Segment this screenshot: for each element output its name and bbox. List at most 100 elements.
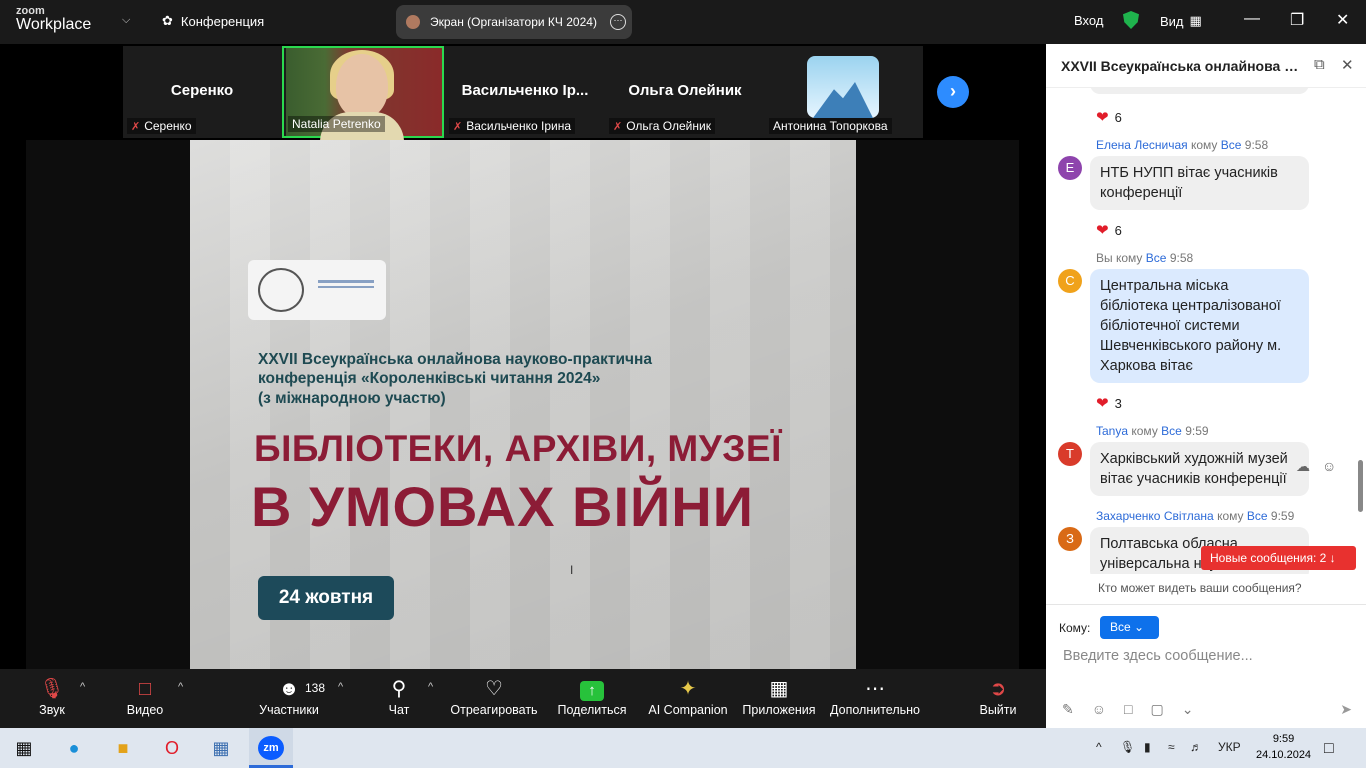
avatar[interactable]: T <box>1058 442 1082 466</box>
participants-options-caret[interactable]: ^ <box>338 681 343 693</box>
more-button[interactable]: ⋯ Дополнительно <box>828 677 922 717</box>
apps-button[interactable]: ▦ Приложения <box>740 677 818 717</box>
participant-tile[interactable]: Серенко ✗ Серенко <box>123 46 281 138</box>
volume-icon[interactable]: ♬ <box>1190 740 1202 754</box>
popout-icon[interactable]: ⧉ <box>1314 56 1325 73</box>
avatar[interactable]: С <box>1058 269 1082 293</box>
calculator-icon[interactable]: ▦ <box>209 736 233 760</box>
participant-strip: Серенко ✗ Серенко Natalia Petrenko Василь… <box>123 46 923 142</box>
windows-start-icon[interactable]: ▦ <box>12 736 36 760</box>
screenshot-icon[interactable]: ▢ <box>1151 701 1164 718</box>
chat-messages: ❤ 6 Елена Лесничая кому Все 9:58 Е НТБ НУ… <box>1046 88 1366 574</box>
slide-heading-2: В УМОВАХ ВІЙНИ <box>251 475 754 538</box>
time: 9:59 <box>1272 733 1295 745</box>
format-icon[interactable]: ✎ <box>1062 701 1074 718</box>
opera-icon[interactable]: O <box>160 736 184 760</box>
caption-text: Антонина Топоркова <box>773 119 888 133</box>
chat-label: Чат <box>388 703 410 717</box>
leave-label: Выйти <box>979 703 1017 717</box>
participant-tile-video[interactable]: Natalia Petrenko <box>282 46 444 142</box>
chat-options-caret[interactable]: ^ <box>428 681 433 693</box>
participant-tile[interactable]: Ольга Олейник ✗ Ольга Олейник <box>605 46 765 138</box>
reaction-count: 3 <box>1114 395 1122 411</box>
battery-icon[interactable]: ▮ <box>1144 740 1151 754</box>
share-button[interactable]: ↑ Поделиться <box>556 677 628 717</box>
audio-options-caret[interactable]: ^ <box>80 681 85 693</box>
message-time: 9:59 <box>1270 509 1295 523</box>
zoom-taskbar-icon[interactable]: zm <box>249 728 293 768</box>
recipient: Все <box>1161 424 1182 438</box>
ai-companion-button[interactable]: ✦ AI Companion <box>646 677 730 717</box>
reaction[interactable]: ❤ 6 <box>1096 221 1122 239</box>
close-chat-icon[interactable]: ✕ <box>1341 56 1354 74</box>
screen-share-pill[interactable]: Экран (Організатори КЧ 2024) ··· <box>396 5 632 39</box>
audio-button[interactable]: 🎙 Звук <box>32 677 72 717</box>
recipient-select[interactable]: Все ⌄ <box>1100 616 1159 639</box>
chat-bubble: НТБ НУПП вітає учасників конференції <box>1090 156 1309 210</box>
send-icon[interactable]: ➤ <box>1340 701 1352 718</box>
network-icon[interactable]: ≈ <box>1168 740 1175 754</box>
mic-tray-icon[interactable]: 🎙 <box>1120 740 1135 754</box>
participant-tile[interactable]: Васильченко Ір... ✗ Васильченко Ірина <box>445 46 605 138</box>
grid-icon: ▦ <box>1189 13 1202 28</box>
clock[interactable]: 9:59 24.10.2024 <box>1256 731 1311 763</box>
mic-muted-icon: 🎙 <box>39 678 65 700</box>
participants-count: 138 <box>305 681 326 695</box>
file-explorer-icon[interactable]: ■ <box>111 736 135 760</box>
chat-scrollbar[interactable] <box>1358 460 1363 512</box>
emoji-react-icon[interactable]: ☺ <box>1322 458 1336 474</box>
participant-name: Васильченко Ір... <box>461 82 589 99</box>
new-messages-button[interactable]: Новые сообщения: 2 ↓ <box>1201 546 1356 570</box>
ai-label: AI Companion <box>648 703 728 717</box>
recipient: Все <box>1246 509 1268 523</box>
slide-date-badge: 24 жовтня <box>258 576 394 620</box>
chevron-down-icon[interactable]: ⌵ <box>122 14 130 27</box>
message-input[interactable]: Введите здесь сообщение... <box>1063 648 1253 664</box>
language-indicator[interactable]: УКР <box>1218 740 1241 754</box>
close-icon[interactable]: ✕ <box>1336 10 1349 30</box>
participant-caption: ✗ Васильченко Ірина <box>449 118 576 134</box>
emoji-icon[interactable]: ☺ <box>1092 701 1106 718</box>
meeting-menu-button[interactable]: ✿ Конференция <box>162 13 264 29</box>
audio-label: Звук <box>39 703 65 717</box>
file-icon[interactable]: □ <box>1124 701 1132 718</box>
video-button[interactable]: □ Видео <box>122 677 168 717</box>
leave-button[interactable]: ➲ Выйти <box>978 677 1018 717</box>
chat-title: XXVII Всеукраїнська онлайнова нау... <box>1061 58 1306 74</box>
reply-icon[interactable]: ☁ <box>1296 458 1310 475</box>
react-button[interactable]: ♡ Отреагировать <box>450 677 538 717</box>
sign-in-button[interactable]: Вход <box>1074 13 1103 28</box>
minimize-icon[interactable]: — <box>1244 10 1260 28</box>
reaction[interactable]: ❤ 3 <box>1096 394 1122 412</box>
avatar[interactable]: Е <box>1058 156 1082 180</box>
participant-name: Ольга Олейник <box>628 82 742 99</box>
more-icon[interactable]: ··· <box>610 14 626 30</box>
notifications-icon[interactable]: □ <box>1324 740 1334 758</box>
top-bar: zoom Workplace ⌵ ✿ Конференция Экран (Ор… <box>0 0 1366 44</box>
sparkle-icon: ✦ <box>679 678 697 700</box>
reaction-count: 6 <box>1114 222 1122 238</box>
more-options-icon[interactable]: ⌄ <box>1182 701 1194 718</box>
who-can-see-link[interactable]: Кто может видеть ваши сообщения? <box>1098 581 1302 595</box>
sharer-avatar <box>406 15 420 29</box>
heart-icon: ❤ <box>1096 395 1109 412</box>
view-button[interactable]: Вид ▦ <box>1160 13 1202 29</box>
video-off-icon: □ <box>138 678 152 700</box>
next-page-button[interactable]: › <box>937 76 969 108</box>
chat-button[interactable]: ⚲ Чат <box>384 677 414 717</box>
participant-caption: Natalia Petrenko <box>288 116 385 132</box>
heart-icon: ❤ <box>1096 222 1109 239</box>
video-options-caret[interactable]: ^ <box>178 681 183 693</box>
tray-chevron-icon[interactable]: ^ <box>1096 740 1102 754</box>
message-meta: Захарченко Світлана кому Все 9:59 <box>1096 509 1294 523</box>
restore-icon[interactable]: ❐ <box>1290 10 1304 30</box>
recipient: Все <box>1145 251 1167 265</box>
edge-icon[interactable]: ● <box>62 736 86 760</box>
chevron-down-icon: ⌄ <box>1134 620 1145 634</box>
shield-icon[interactable] <box>1123 11 1139 29</box>
avatar[interactable]: З <box>1058 527 1082 551</box>
reaction[interactable]: ❤ 6 <box>1096 108 1122 126</box>
participants-label: Участники <box>259 703 319 717</box>
video-face <box>336 54 388 118</box>
participant-tile[interactable]: Антонина Топоркова <box>765 46 923 138</box>
